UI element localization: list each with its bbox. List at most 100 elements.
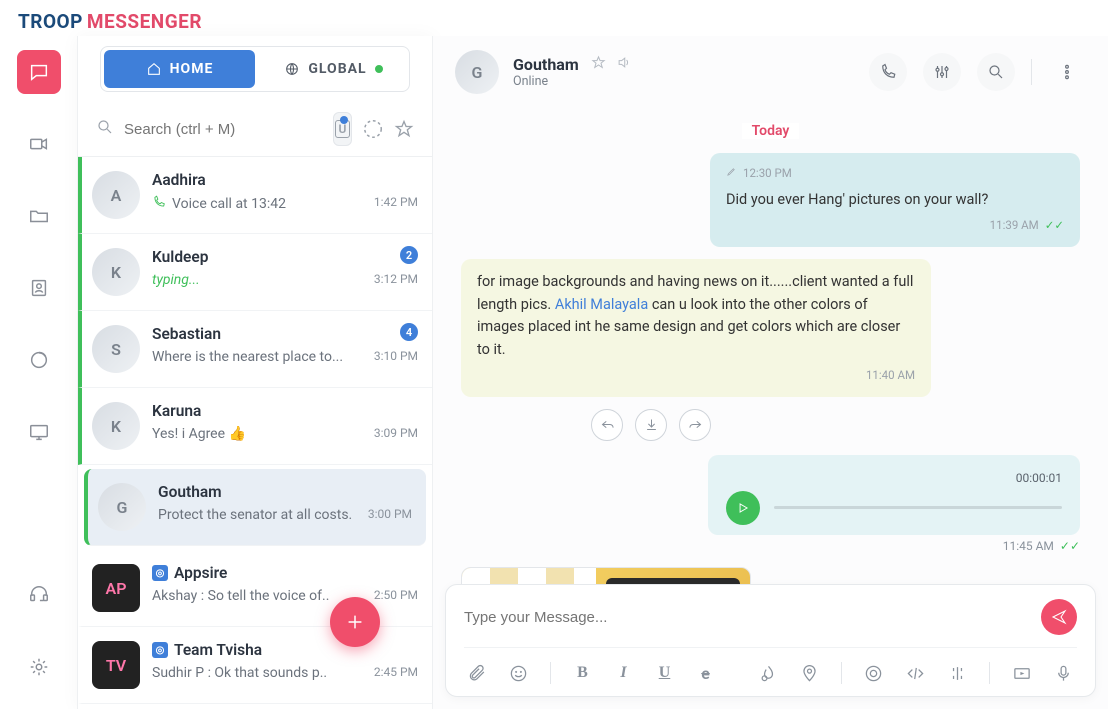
favorites-star-icon[interactable] — [394, 112, 414, 146]
message-actions — [591, 409, 1080, 441]
reply-button[interactable] — [591, 409, 623, 441]
avatar: A — [92, 171, 140, 219]
nav-loading-icon[interactable] — [17, 338, 61, 382]
messages-area[interactable]: Today 12:30 PM Did you ever Hang' pictur… — [433, 108, 1108, 584]
conversation-time: 3:00 PM — [368, 507, 412, 521]
forward-button[interactable] — [679, 409, 711, 441]
burnout-icon[interactable] — [759, 662, 778, 684]
emoji-icon[interactable] — [509, 662, 528, 684]
call-button[interactable] — [869, 53, 907, 91]
nav-support-icon[interactable] — [17, 573, 61, 617]
strike-icon[interactable]: e — [696, 662, 715, 684]
conversation-time: 3:10 PM — [374, 349, 418, 363]
conversation-time: 1:42 PM — [374, 195, 418, 209]
conversation-item[interactable]: TV ◎ Team Tvisha Sudhir P : Ok that soun… — [78, 627, 432, 704]
chat-user-status: Online — [513, 74, 631, 89]
message-composer: B I U e — [445, 584, 1096, 697]
nav-desktop-icon[interactable] — [17, 410, 61, 454]
unread-badge: 4 — [400, 323, 418, 341]
conversation-time: 3:09 PM — [374, 426, 418, 440]
audio-timestamp: 11:45 AM✓✓ — [461, 539, 1080, 553]
read-tick-icon: ✓✓ — [1045, 217, 1064, 235]
online-dot-icon — [375, 65, 383, 73]
avatar: G — [455, 50, 499, 94]
more-menu-button[interactable] — [1048, 53, 1086, 91]
conversation-name: Sebastian — [152, 325, 418, 343]
nav-video-icon[interactable] — [17, 122, 61, 166]
avatar: AP — [92, 564, 140, 612]
new-chat-fab[interactable] — [330, 597, 380, 647]
search-icon — [96, 118, 114, 140]
message-text: Did you ever Hang' pictures on your wall… — [726, 189, 1064, 211]
send-button[interactable] — [1041, 599, 1077, 635]
conversation-name: ◎ Team Tvisha — [152, 641, 418, 659]
group-icon: ◎ — [152, 565, 168, 581]
unread-filter-button[interactable]: U — [333, 112, 352, 146]
nav-settings-icon[interactable] — [17, 645, 61, 689]
edit-icon — [726, 165, 737, 183]
mention-link[interactable]: Akhil Malayala — [555, 296, 648, 313]
speaker-icon[interactable] — [616, 55, 631, 74]
settings-sliders-button[interactable] — [923, 53, 961, 91]
avatar: K — [92, 248, 140, 296]
composer-toolbar: B I U e — [464, 647, 1077, 696]
avatar: G — [98, 483, 146, 531]
unread-badge: 2 — [400, 246, 418, 264]
conversation-item[interactable]: K Karuna Yes! i Agree 👍 3:09 PM — [78, 388, 432, 465]
tab-global[interactable]: GLOBAL — [258, 47, 409, 91]
side-nav — [0, 36, 77, 709]
search-chat-button[interactable] — [977, 53, 1015, 91]
conversation-panel: HOME GLOBAL U A Aadhira Vo — [77, 36, 433, 709]
conversation-name: Goutham — [158, 483, 412, 501]
audio-track[interactable] — [774, 506, 1062, 509]
filter-dashed-icon[interactable] — [362, 112, 384, 146]
conversation-item[interactable]: S Sebastian Where is the nearest place t… — [78, 311, 432, 388]
nav-contacts-icon[interactable] — [17, 266, 61, 310]
conversation-time: 2:45 PM — [374, 665, 418, 679]
scope-tabs: HOME GLOBAL — [100, 46, 410, 92]
conversation-item[interactable]: A Aadhira Voice call at 13:42 1:42 PM — [78, 157, 432, 234]
download-button[interactable] — [635, 409, 667, 441]
message-incoming: for image backgrounds and having news on… — [461, 259, 931, 397]
avatar: K — [92, 402, 140, 450]
notification-dot-icon — [340, 116, 348, 124]
avatar: TV — [92, 641, 140, 689]
forkout-icon[interactable] — [948, 662, 967, 684]
video-clip-icon[interactable] — [1012, 662, 1032, 684]
attach-icon[interactable] — [468, 662, 487, 684]
location-icon[interactable] — [800, 662, 819, 684]
image-attachment[interactable] — [461, 567, 751, 584]
date-separator: Today — [461, 112, 1080, 153]
audio-message: 00:00:01 — [708, 455, 1080, 535]
tab-home[interactable]: HOME — [104, 50, 255, 88]
conversation-name: Karuna — [152, 402, 418, 420]
chat-panel: G Goutham Online Today — [433, 36, 1108, 709]
code-icon[interactable] — [905, 662, 926, 684]
conversation-time: 2:50 PM — [374, 588, 418, 602]
conversation-time: 3:12 PM — [374, 272, 418, 286]
search-input[interactable] — [124, 121, 323, 138]
record-icon[interactable] — [864, 662, 883, 684]
conversation-item[interactable]: K Kuldeep typing... 2 3:12 PM — [78, 234, 432, 311]
call-icon — [152, 195, 166, 213]
conversation-name: Aadhira — [152, 171, 418, 189]
italic-icon[interactable]: I — [614, 662, 633, 684]
underline-icon[interactable]: U — [655, 662, 674, 684]
message-outgoing: 12:30 PM Did you ever Hang' pictures on … — [710, 153, 1080, 247]
mic-icon[interactable] — [1054, 662, 1073, 684]
group-icon: ◎ — [152, 642, 168, 658]
conversation-name: Kuldeep — [152, 248, 418, 266]
chat-header: G Goutham Online — [433, 36, 1108, 108]
chat-user-name: Goutham — [513, 55, 631, 74]
star-icon[interactable] — [591, 55, 606, 74]
play-button[interactable] — [726, 491, 760, 525]
avatar: S — [92, 325, 140, 373]
conversation-name: ◎ Appsire — [152, 564, 418, 582]
nav-files-icon[interactable] — [17, 194, 61, 238]
conversation-item[interactable]: G Goutham Protect the senator at all cos… — [84, 469, 426, 546]
nav-chats-icon[interactable] — [17, 50, 61, 94]
brand-logo: TROOP MESSENGER — [0, 0, 1108, 36]
message-input[interactable] — [464, 609, 1041, 626]
bold-icon[interactable]: B — [573, 662, 592, 684]
read-tick-icon: ✓✓ — [1060, 539, 1080, 553]
